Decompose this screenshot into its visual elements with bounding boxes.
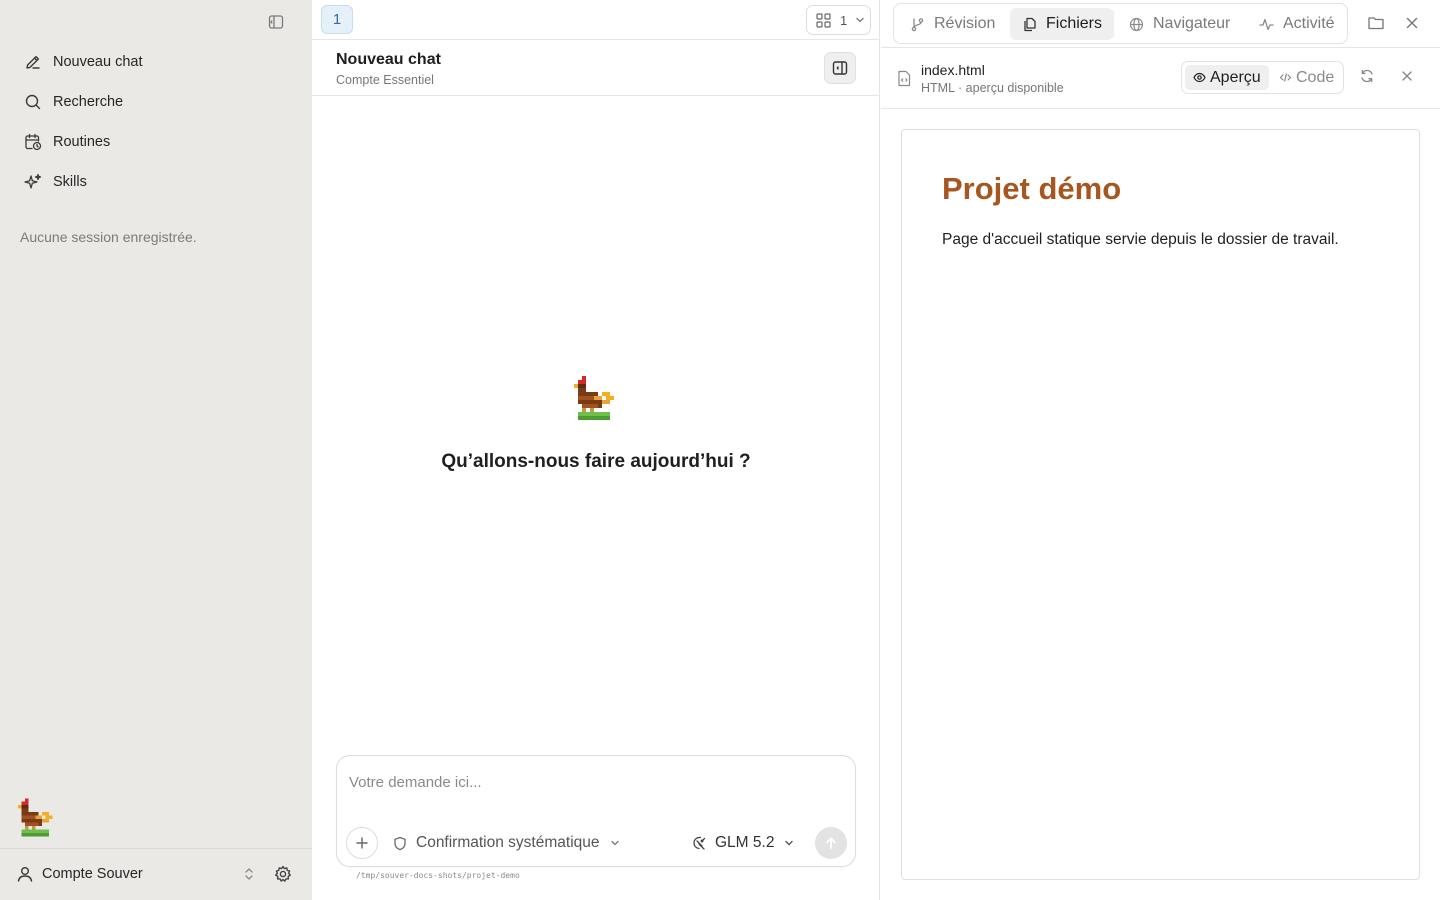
preview-mode-label: Aperçu xyxy=(1210,68,1261,86)
tab-label: Fichiers xyxy=(1046,15,1103,32)
chevron-down-icon xyxy=(856,17,864,23)
confirmation-mode-label: Confirmation systématique xyxy=(416,834,600,851)
rooster-mascot-icon xyxy=(18,798,53,837)
workspace-tab[interactable]: 1 xyxy=(321,5,353,34)
file-code-icon xyxy=(898,70,911,87)
html-preview-frame: Projet démo Page d'accueil statique serv… xyxy=(901,129,1420,880)
refresh-icon[interactable] xyxy=(1359,68,1375,84)
workspace-layout-select[interactable]: 1 xyxy=(806,5,871,35)
eye-icon xyxy=(1193,72,1206,83)
account-switcher[interactable]: Compte Souver xyxy=(12,858,300,890)
preview-heading: Projet démo xyxy=(942,171,1122,206)
pencil-icon xyxy=(26,55,40,69)
code-mode-button[interactable]: Code xyxy=(1271,65,1342,90)
composer: Confirmation systématique GLM 5.2 xyxy=(336,755,856,867)
sidebar-item-routines[interactable]: Routines xyxy=(12,122,300,162)
panel-tabs: Révision Fichiers Navigateur Activité xyxy=(893,3,1348,44)
calendar-clock-icon xyxy=(25,133,42,151)
settings-gear-icon[interactable] xyxy=(273,864,293,884)
workspace-count: 1 xyxy=(840,12,848,28)
view-mode-toggle: Aperçu Code xyxy=(1181,61,1344,94)
git-branch-icon xyxy=(911,17,924,31)
tab-revision[interactable]: Révision xyxy=(898,8,1007,40)
workspace-tabbar: 1 1 xyxy=(312,0,880,40)
confirmation-mode-select[interactable]: Confirmation systématique xyxy=(393,832,620,854)
file-name: index.html xyxy=(921,62,985,78)
arrow-up-icon xyxy=(826,837,836,849)
right-panel: Révision Fichiers Navigateur Activité in… xyxy=(881,0,1440,900)
sidebar-divider xyxy=(0,848,312,849)
shield-icon xyxy=(394,836,406,850)
prompt-input[interactable] xyxy=(349,770,839,794)
rooster-mascot-icon xyxy=(574,376,614,420)
sidebar: Nouveau chat Recherche Routines Skills A… xyxy=(0,0,312,900)
folder-icon[interactable] xyxy=(1367,14,1385,32)
tab-label: Révision xyxy=(934,15,996,32)
model-icon xyxy=(693,836,706,850)
welcome-heading: Qu’allons-nous faire aujourd’hui ? xyxy=(441,451,751,472)
chevron-up-down-icon xyxy=(245,868,253,880)
chat-subtitle: Compte Essentiel xyxy=(336,73,434,87)
model-label: GLM 5.2 xyxy=(715,834,775,851)
sidebar-toggle-button[interactable] xyxy=(264,10,288,34)
file-header: index.html HTML · aperçu disponible Aper… xyxy=(881,48,1440,109)
code-icon xyxy=(1279,73,1292,82)
globe-icon xyxy=(1129,17,1144,31)
sidebar-item-label: Recherche xyxy=(53,94,124,110)
chevron-down-icon xyxy=(610,840,619,846)
tab-files[interactable]: Fichiers xyxy=(1010,8,1115,40)
account-name: Compte Souver xyxy=(42,866,143,882)
close-panel-icon[interactable] xyxy=(1403,14,1421,32)
chevron-down-icon xyxy=(785,840,794,846)
sidebar-item-label: Nouveau chat xyxy=(53,54,143,70)
attach-button[interactable] xyxy=(346,827,378,859)
grid-icon xyxy=(816,12,831,28)
chat-title: Nouveau chat xyxy=(336,51,441,68)
send-button[interactable] xyxy=(815,827,847,859)
sidebar-item-label: Skills xyxy=(53,174,87,190)
sidebar-item-skills[interactable]: Skills xyxy=(12,162,300,202)
code-mode-label: Code xyxy=(1296,68,1335,86)
files-icon xyxy=(1024,17,1036,31)
model-select[interactable]: GLM 5.2 xyxy=(691,832,794,854)
chat-panel: 1 1 Nouveau chat Compte Essentiel Qu’all… xyxy=(312,0,880,900)
tab-browser[interactable]: Navigateur xyxy=(1117,8,1242,40)
tab-activity[interactable]: Activité xyxy=(1247,8,1347,40)
preview-mode-button[interactable]: Aperçu xyxy=(1185,65,1269,90)
chat-header: Nouveau chat Compte Essentiel xyxy=(312,40,880,96)
sidebar-item-new-chat[interactable]: Nouveau chat xyxy=(12,42,300,82)
empty-sessions-text: Aucune session enregistrée. xyxy=(20,229,197,245)
search-icon xyxy=(25,94,41,110)
file-meta: HTML · aperçu disponible xyxy=(921,81,1064,95)
sidebar-nav: Nouveau chat Recherche Routines Skills xyxy=(12,42,300,202)
working-directory-path: /tmp/souver-docs-shots/projet-demo xyxy=(356,871,520,880)
sidebar-collapse-icon xyxy=(268,15,284,29)
panel-toggle-icon xyxy=(832,61,848,75)
close-file-icon[interactable] xyxy=(1399,68,1415,84)
preview-paragraph: Page d'accueil statique servie depuis le… xyxy=(942,231,1339,248)
sidebar-item-search[interactable]: Recherche xyxy=(12,82,300,122)
tab-label: Activité xyxy=(1283,15,1335,32)
activity-icon xyxy=(1259,18,1274,30)
plus-icon xyxy=(356,837,368,849)
sidebar-item-label: Routines xyxy=(53,134,111,150)
tab-label: Navigateur xyxy=(1153,15,1231,32)
toggle-right-panel-button[interactable] xyxy=(824,52,856,84)
sparkles-icon xyxy=(24,173,42,189)
user-icon xyxy=(17,867,33,882)
